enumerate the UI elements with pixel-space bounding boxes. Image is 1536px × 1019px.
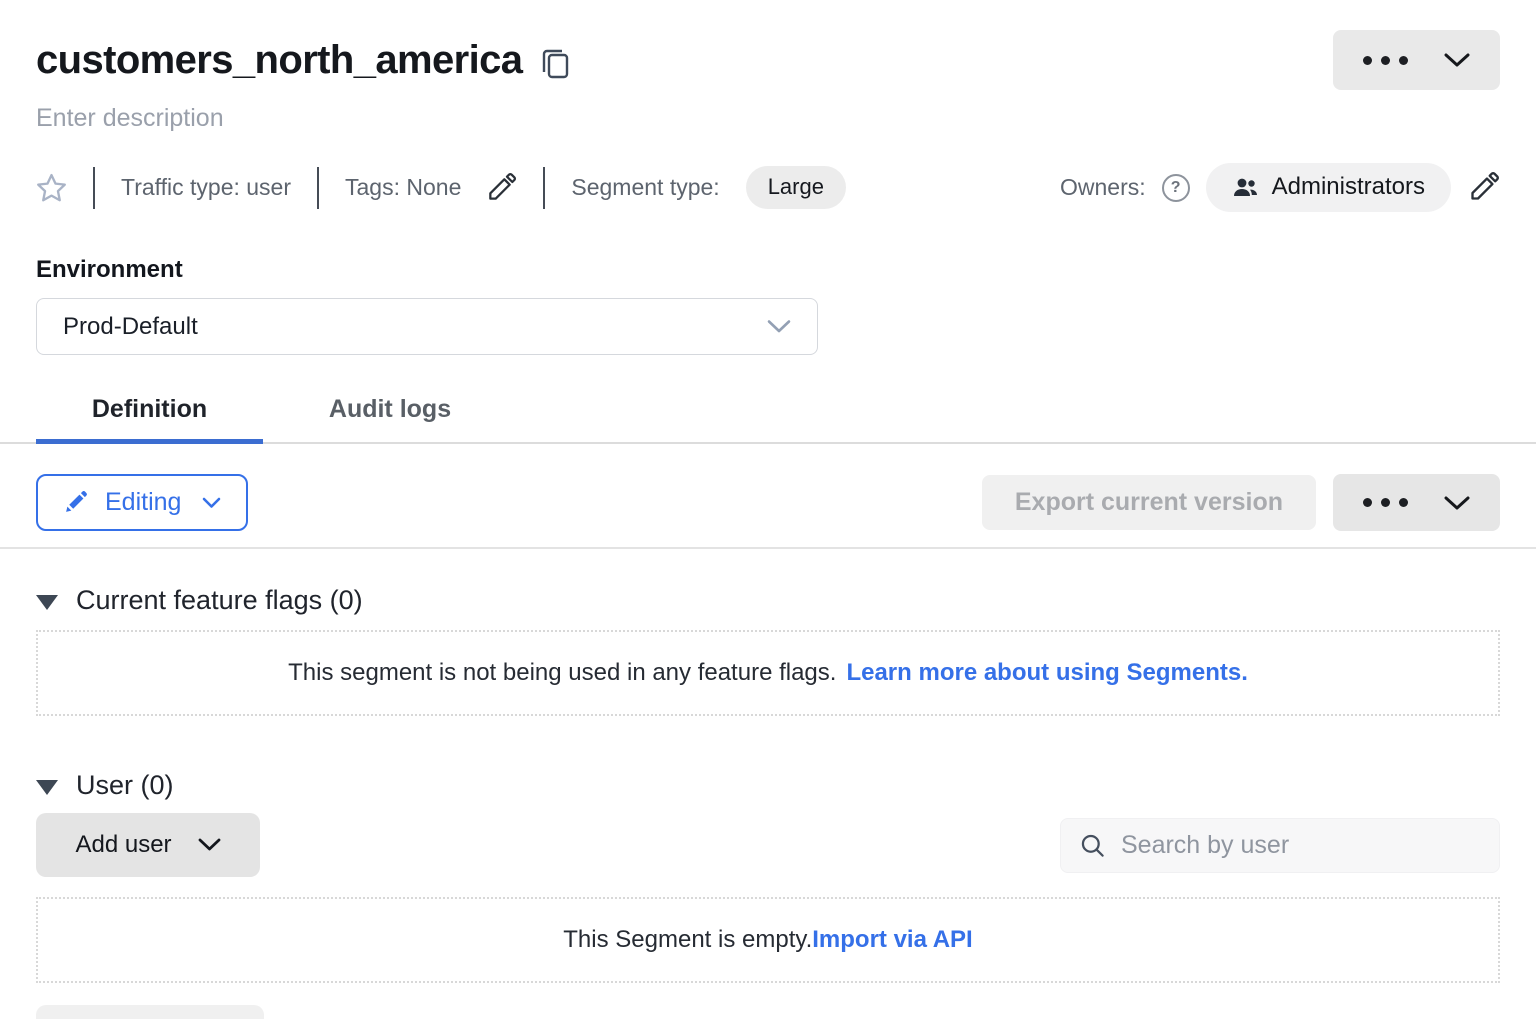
tags-item: Tags: None (345, 172, 517, 204)
owners-label: Owners: (1060, 174, 1146, 201)
user-controls-row: Add user (36, 813, 1500, 877)
segment-type-item: Segment type: Large (571, 166, 846, 209)
user-empty-state: This Segment is empty. Import via API (36, 897, 1500, 983)
pencil-icon[interactable] (1467, 171, 1500, 204)
owners-group: Owners: ? Administrators (1060, 163, 1500, 212)
copy-icon[interactable] (542, 48, 569, 79)
ellipsis-icon (1363, 498, 1408, 507)
feature-flags-empty-state: This segment is not being used in any fe… (36, 630, 1500, 716)
chevron-down-icon (767, 319, 791, 334)
toolbar-more-menu-button[interactable] (1333, 474, 1500, 531)
segment-detail-page: customers_north_america Enter descriptio… (0, 0, 1536, 1002)
description-field[interactable]: Enter description (36, 104, 1500, 133)
user-section-header[interactable]: User (0) (36, 770, 1500, 801)
ellipsis-icon (1363, 56, 1408, 65)
tags-label: Tags: None (345, 174, 461, 201)
environment-block: Environment Prod-Default (36, 256, 1500, 355)
traffic-type-label: Traffic type: user (121, 174, 291, 201)
add-user-label: Add user (75, 831, 171, 859)
chevron-down-icon (1444, 495, 1470, 511)
environment-selected-value: Prod-Default (63, 313, 198, 341)
collapse-caret-icon (36, 595, 58, 610)
divider (317, 167, 319, 209)
owners-badge[interactable]: Administrators (1206, 163, 1451, 212)
add-user-button[interactable]: Add user (36, 813, 260, 877)
header-more-menu-button[interactable] (1333, 30, 1500, 90)
search-icon (1079, 832, 1106, 859)
chevron-down-icon (202, 497, 221, 509)
owners-value: Administrators (1272, 173, 1425, 201)
environment-label: Environment (36, 256, 1500, 284)
definition-toolbar: Editing Export current version (36, 474, 1500, 531)
collapse-caret-icon (36, 780, 58, 795)
feature-flags-section-title: Current feature flags (0) (76, 585, 363, 616)
divider (543, 167, 545, 209)
question-circle-icon[interactable]: ? (1162, 174, 1190, 202)
people-icon (1232, 175, 1259, 199)
star-outline-icon[interactable] (36, 173, 67, 203)
feature-flags-empty-text: This segment is not being used in any fe… (288, 659, 836, 687)
divider (0, 547, 1536, 549)
segment-type-label: Segment type: (571, 174, 719, 201)
page-title: customers_north_america (36, 38, 522, 83)
chevron-down-icon (198, 838, 221, 852)
divider (93, 167, 95, 209)
user-search-input[interactable] (1119, 830, 1481, 861)
user-search-box (1060, 818, 1500, 873)
segment-type-badge: Large (746, 166, 846, 209)
pencil-icon[interactable] (485, 172, 517, 204)
environment-select[interactable]: Prod-Default (36, 298, 818, 355)
cutoff-button[interactable] (36, 1005, 264, 1019)
chevron-down-icon (1444, 52, 1470, 68)
tab-bar: Definition Audit logs (0, 385, 1536, 444)
editing-label: Editing (105, 488, 181, 517)
editing-mode-button[interactable]: Editing (36, 474, 248, 531)
import-via-api-link[interactable]: Import via API (812, 926, 972, 954)
tab-definition[interactable]: Definition (36, 385, 263, 442)
learn-more-link[interactable]: Learn more about using Segments. (846, 659, 1247, 687)
pencil-filled-icon (63, 490, 88, 515)
export-current-version-button[interactable]: Export current version (982, 475, 1316, 530)
tab-audit-logs[interactable]: Audit logs (320, 385, 460, 442)
title-row: customers_north_america (36, 0, 1500, 90)
feature-flags-section-header[interactable]: Current feature flags (0) (36, 585, 1500, 616)
meta-row: Traffic type: user Tags: None Segment ty… (36, 163, 1500, 212)
user-section-title: User (0) (76, 770, 174, 801)
user-empty-text: This Segment is empty. (563, 926, 812, 954)
